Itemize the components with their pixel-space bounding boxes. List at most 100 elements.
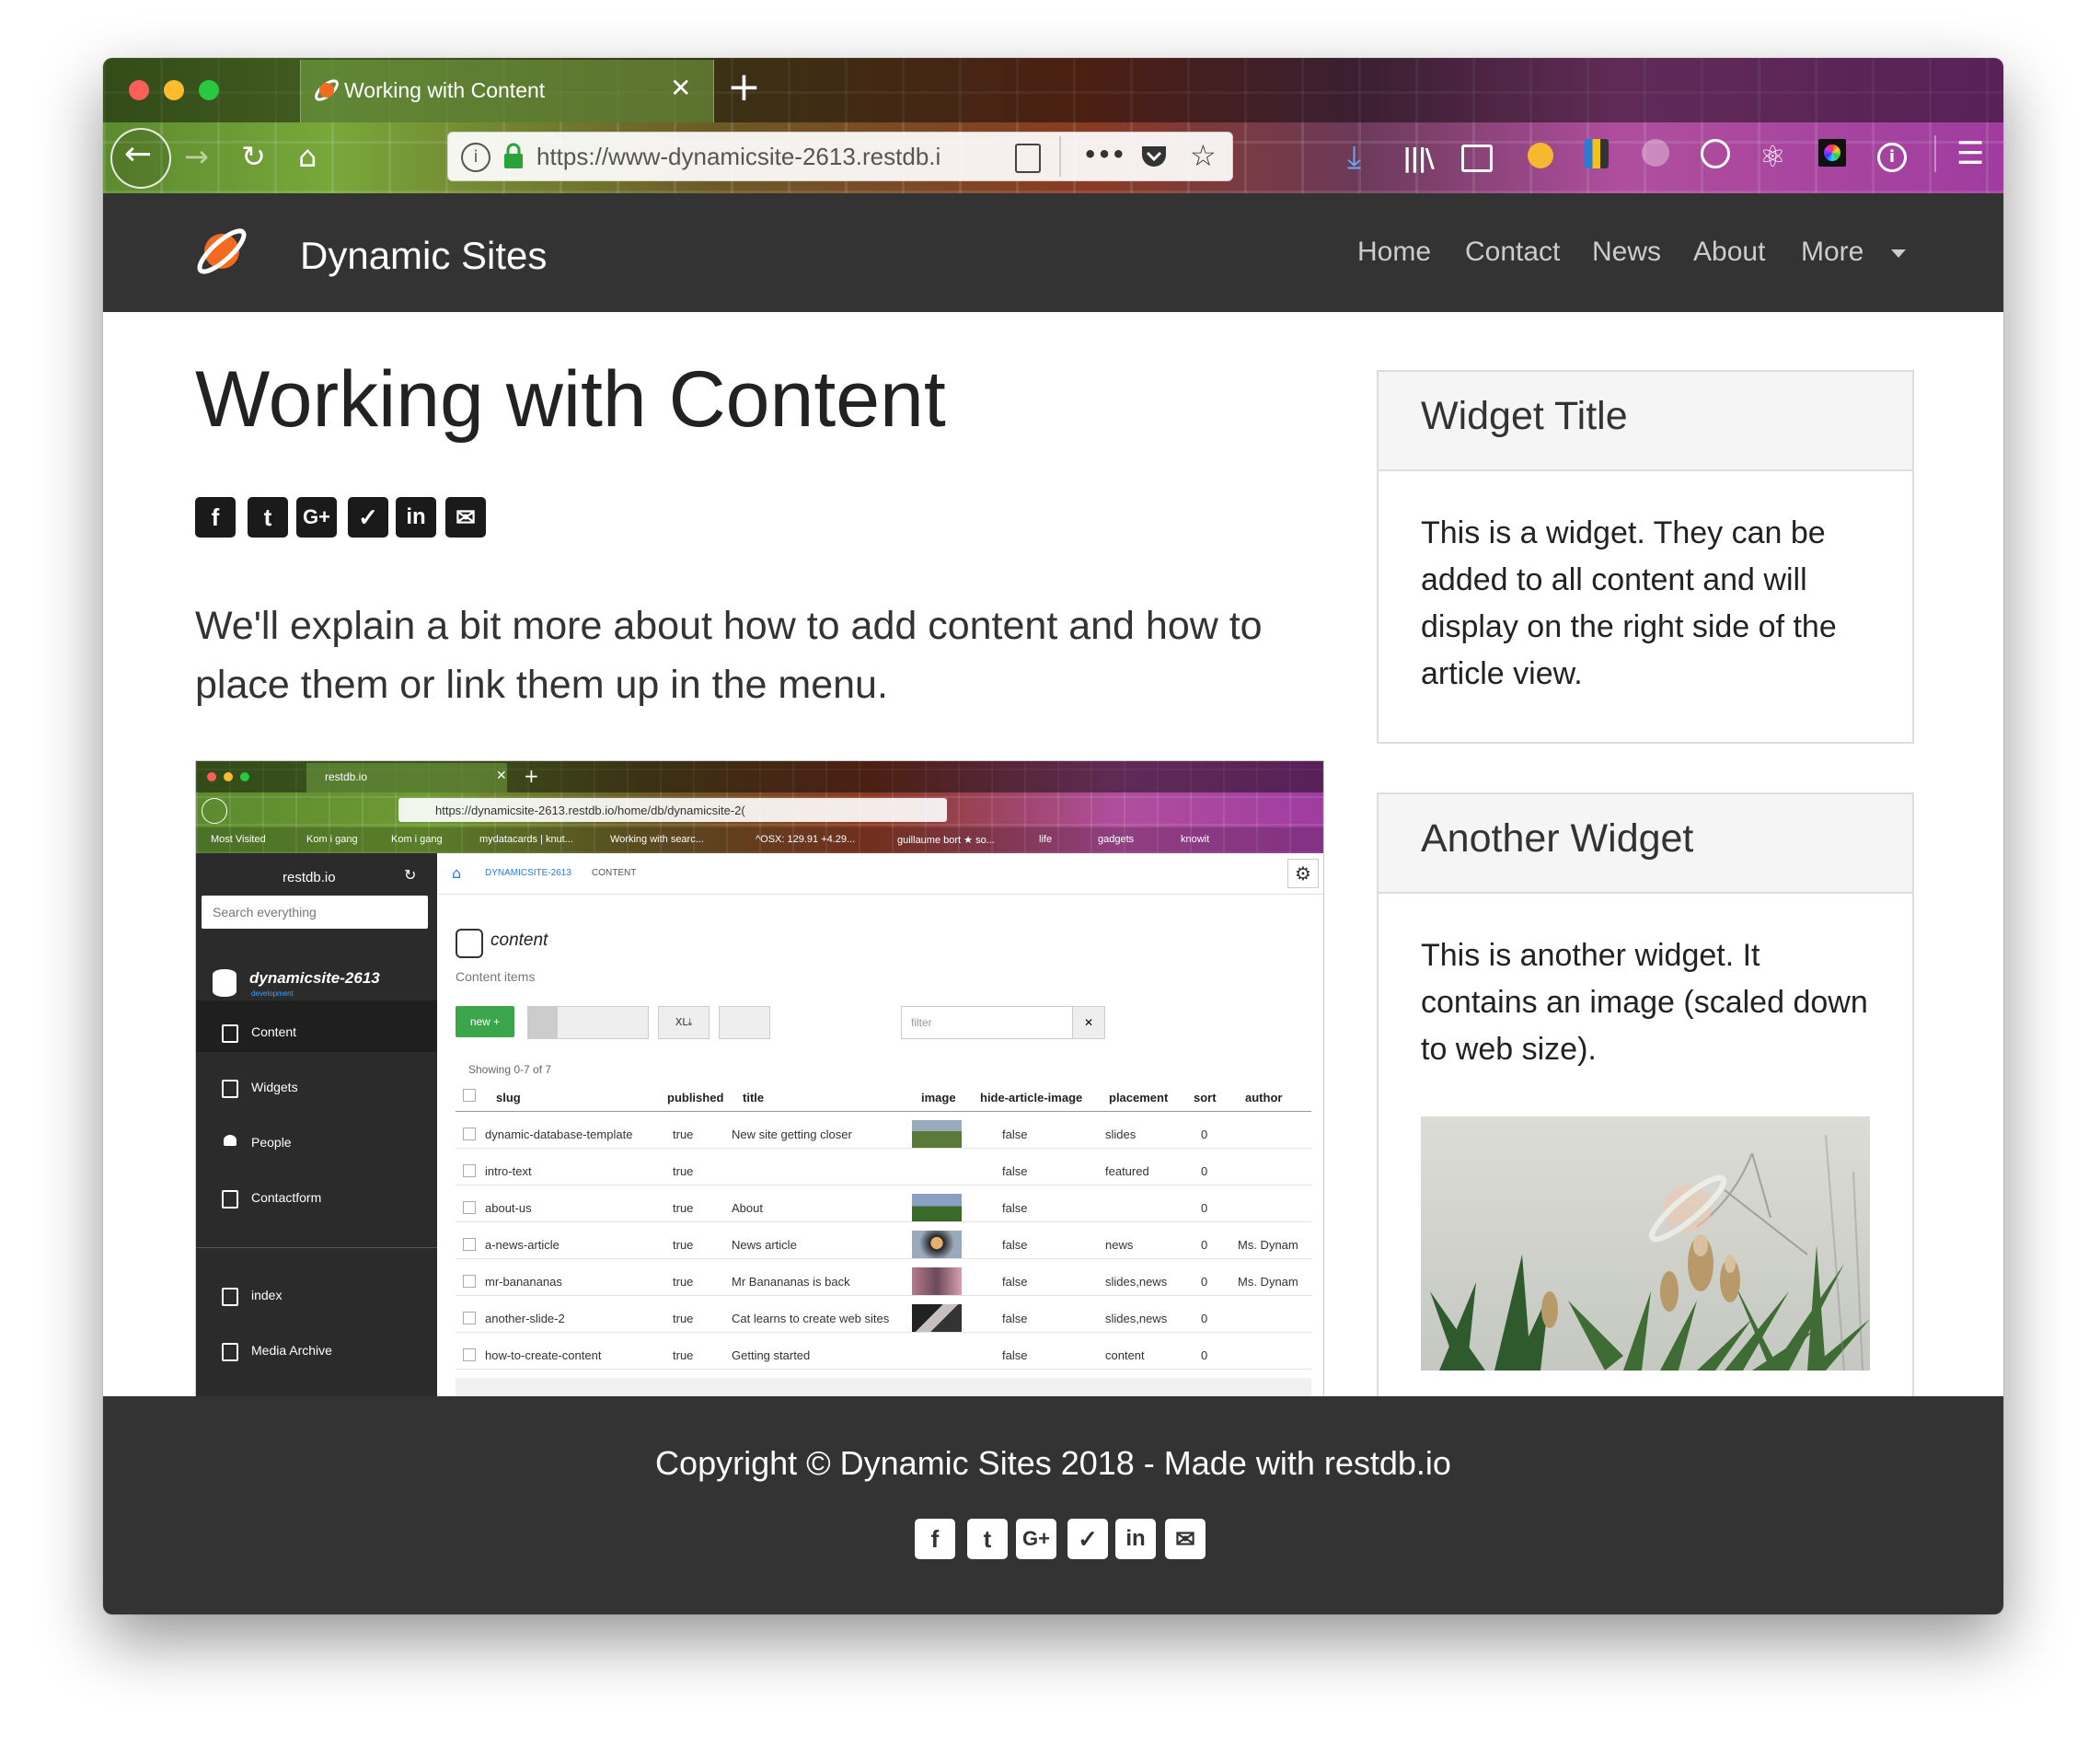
url-bar[interactable]: i https://www-dynamicsite-2613.restdb.io… — [447, 132, 1233, 181]
reload-icon[interactable]: ↻ — [241, 139, 266, 174]
site-brand[interactable]: Dynamic Sites — [300, 234, 547, 278]
screenshot-cell: false — [1002, 1275, 1028, 1289]
screenshot-database-icon — [213, 969, 237, 997]
minimize-window-button[interactable] — [164, 80, 184, 100]
brave-extension-icon[interactable] — [1642, 139, 1669, 167]
screenshot-cell: 0 — [1201, 1128, 1208, 1141]
twitter-share-icon[interactable]: t — [967, 1519, 1008, 1559]
nav-about[interactable]: About — [1693, 237, 1765, 268]
screenshot-header-line — [456, 1111, 1311, 1112]
nav-contact[interactable]: Contact — [1465, 237, 1560, 268]
screenshot-row-line — [456, 1369, 1311, 1370]
sync-extension-icon[interactable] — [1701, 139, 1730, 168]
screenshot-cell: false — [1002, 1312, 1028, 1325]
googleplus-share-icon[interactable]: G+ — [1016, 1519, 1056, 1559]
menu-hamburger-icon[interactable]: ☰ — [1956, 135, 1984, 172]
screenshot-bookmark: Most Visited — [211, 834, 266, 845]
screenshot-cell: how-to-create-content — [485, 1348, 602, 1362]
screenshot-cell: New site getting closer — [732, 1128, 852, 1141]
article-screenshot: restdb.io ✕ + https://dynamicsite-2613.r… — [195, 760, 1324, 1398]
screenshot-col-header: slug — [496, 1091, 521, 1105]
screenshot-breadcrumb-bar: ⌂ DYNAMICSITE-2613 CONTENT ⚙ — [437, 853, 1323, 895]
screenshot-search: Search everything — [202, 896, 428, 929]
screenshot-view-toggles — [527, 1006, 649, 1039]
library-icon[interactable]: |||\ — [1402, 143, 1435, 173]
screenshot-sidebar-item: Widgets — [251, 1080, 298, 1094]
article-lead: We'll explain a bit more about how to ad… — [195, 604, 1263, 707]
page-title: Working with Content — [195, 355, 946, 444]
screenshot-sidebar-divider — [196, 1247, 437, 1248]
url-divider — [1059, 136, 1061, 177]
screenshot-cell: false — [1002, 1128, 1028, 1141]
twitter-share-icon[interactable]: t — [248, 497, 288, 538]
screenshot-cell: Mr Banananas is back — [732, 1275, 850, 1289]
sidebar-icon[interactable] — [1461, 145, 1493, 172]
screenshot-collection-icon — [456, 929, 483, 958]
linkedin-share-icon[interactable]: in — [396, 497, 436, 538]
react-devtools-icon[interactable]: ⚛ — [1760, 139, 1786, 174]
screenshot-cell: News article — [732, 1238, 797, 1252]
screenshot-col-header: title — [743, 1091, 765, 1105]
screenshot-cell: true — [673, 1238, 694, 1252]
facebook-share-icon[interactable]: f — [195, 497, 236, 538]
pocket-share-icon[interactable]: ✓ — [348, 497, 388, 538]
screenshot-cell: featured — [1105, 1164, 1149, 1178]
screenshot-filter-placeholder: filter — [911, 1016, 932, 1029]
googleplus-share-icon[interactable]: G+ — [296, 497, 337, 538]
info-icon[interactable]: i — [461, 143, 490, 172]
nav-home[interactable]: Home — [1357, 237, 1431, 268]
screenshot-cell: false — [1002, 1164, 1028, 1178]
screenshot-cell: news — [1105, 1238, 1134, 1252]
screenshot-row-checkbox — [463, 1348, 476, 1361]
screenshot-widgets-icon — [222, 1080, 238, 1098]
screenshot-url-bar: https://dynamicsite-2613.restdb.io/home/… — [398, 798, 947, 822]
screenshot-row-checkbox — [463, 1201, 476, 1214]
screenshot-close-dot — [207, 772, 216, 781]
emoji-extension-icon[interactable] — [1528, 143, 1553, 168]
screenshot-bookmark: Kom i gang — [306, 834, 358, 845]
pocket-share-icon[interactable]: ✓ — [1067, 1519, 1108, 1559]
downloads-icon[interactable]: ⤓ — [1347, 139, 1361, 176]
page-actions-icon[interactable]: ••• — [1083, 142, 1125, 168]
site-footer: Copyright © Dynamic Sites 2018 - Made wi… — [103, 1396, 2003, 1614]
email-share-icon[interactable]: ✉ — [1165, 1519, 1206, 1559]
zoom-window-button[interactable] — [199, 80, 219, 100]
colorwheel-extension-icon[interactable] — [1818, 139, 1846, 167]
screenshot-bookmark: ^OSX: 129.91 +4.29... — [756, 834, 856, 845]
onepassword-icon[interactable]: i — [1877, 143, 1907, 172]
close-window-button[interactable] — [129, 80, 149, 100]
screenshot-people-icon — [224, 1135, 237, 1146]
tab-close-icon[interactable]: ✕ — [670, 73, 691, 103]
screenshot-zoom-dot — [240, 772, 249, 781]
screenshot-filter-input: filter — [901, 1006, 1074, 1039]
screenshot-bookmark: Kom i gang — [391, 834, 443, 845]
url-text: https://www-dynamicsite-2613.restdb.io/w… — [537, 143, 941, 170]
screenshot-filter-clear-icon: ✕ — [1072, 1006, 1105, 1039]
facebook-share-icon[interactable]: f — [915, 1519, 955, 1559]
screenshot-browser-chrome: restdb.io ✕ + https://dynamicsite-2613.r… — [196, 761, 1323, 853]
screenshot-export-icon: XL⤓ — [658, 1006, 710, 1039]
screenshot-bookmarks-bar: Most Visited Kom i gang Kom i gang mydat… — [196, 827, 1323, 853]
new-tab-button[interactable]: + — [727, 64, 761, 110]
nav-news[interactable]: News — [1592, 237, 1661, 268]
widget-body: This is another widget. It contains an i… — [1421, 938, 1868, 1067]
screenshot-col-header: image — [921, 1091, 956, 1105]
screenshot-showing: Showing 0-7 of 7 — [468, 1063, 552, 1076]
screenshot-cell: 0 — [1201, 1275, 1208, 1289]
extension-icon[interactable] — [1585, 139, 1609, 168]
reader-view-icon[interactable] — [1015, 144, 1041, 173]
bookmark-star-icon[interactable]: ☆ — [1190, 138, 1217, 173]
home-icon[interactable]: ⌂ — [298, 139, 317, 174]
site-logo-icon[interactable] — [191, 221, 252, 282]
nav-more[interactable]: More — [1801, 237, 1863, 268]
forward-arrow-icon[interactable]: → — [184, 139, 209, 174]
email-share-icon[interactable]: ✉ — [445, 497, 486, 538]
screenshot-grid-view-icon — [528, 1007, 558, 1038]
pocket-icon[interactable] — [1140, 144, 1168, 169]
widget-plant-image — [1421, 1116, 1870, 1371]
back-button[interactable]: ← — [110, 128, 171, 189]
linkedin-share-icon[interactable]: in — [1115, 1519, 1156, 1559]
screenshot-pager — [719, 1006, 770, 1039]
caret-down-icon[interactable] — [1891, 249, 1906, 258]
screenshot-select-all — [463, 1089, 476, 1102]
